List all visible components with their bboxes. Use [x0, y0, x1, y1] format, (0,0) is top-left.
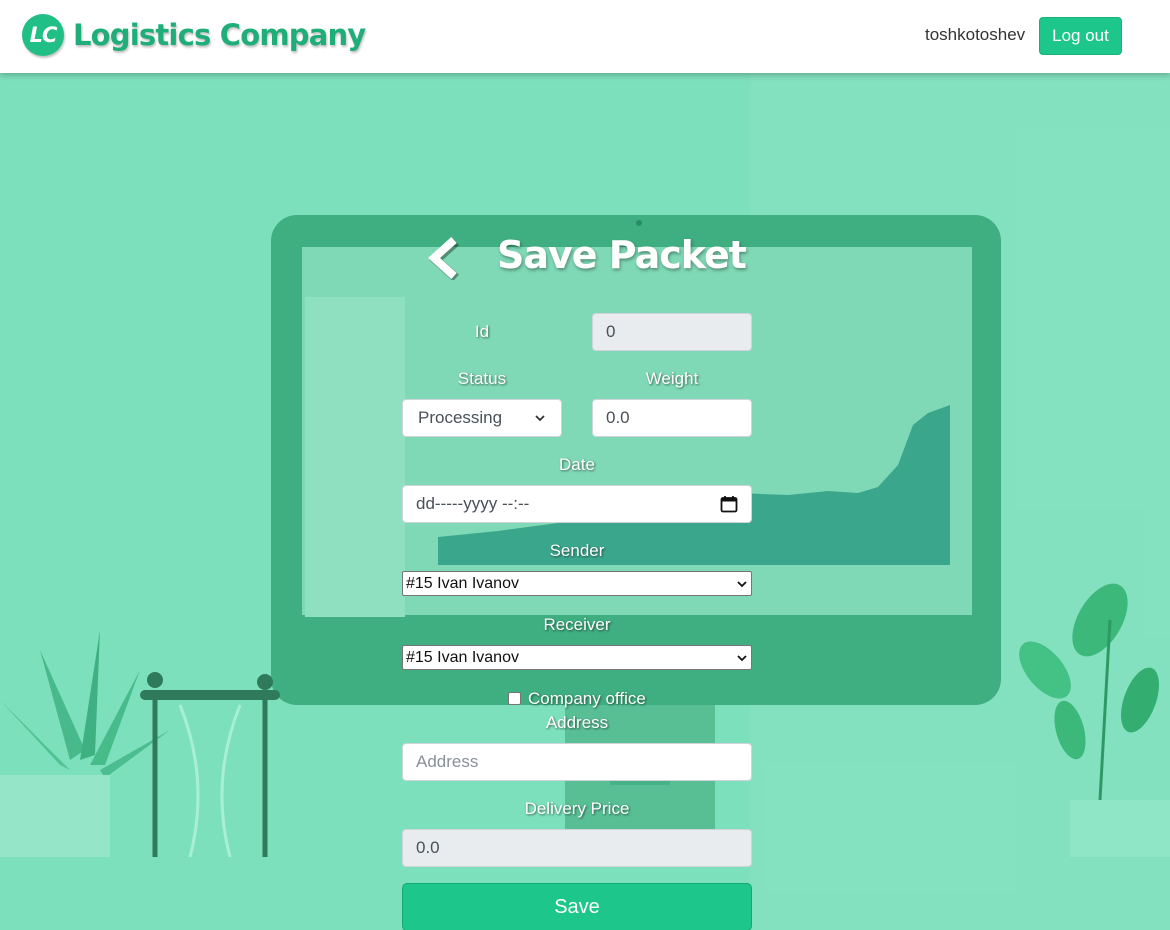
- logout-button[interactable]: Log out: [1039, 17, 1122, 55]
- save-button[interactable]: Save: [402, 883, 752, 930]
- top-navbar: LC Logistics Company toshkotoshev Log ou…: [0, 0, 1170, 73]
- logo-text: Logistics Company: [73, 18, 366, 52]
- weight-label: Weight: [645, 369, 699, 388]
- status-select[interactable]: Processing: [402, 399, 562, 437]
- monitor-screen-sidebar: [305, 297, 405, 617]
- receiver-select[interactable]: #15 Ivan Ivanov: [402, 645, 752, 670]
- delivery-price-label: Delivery Price: [524, 799, 630, 818]
- logo[interactable]: LC Logistics Company: [22, 14, 366, 56]
- plant-right-graphic: [1019, 583, 1170, 857]
- status-label: Status: [457, 369, 507, 388]
- date-field-placeholder: dd-----yyyy --:--: [416, 494, 530, 513]
- id-field[interactable]: 0: [592, 313, 752, 351]
- id-label: Id: [474, 322, 490, 341]
- sender-select-value: #15 Ivan Ivanov: [406, 574, 519, 592]
- hourglass-graphic: [140, 672, 280, 857]
- delivery-price-field[interactable]: 0.0: [402, 829, 752, 867]
- chevron-left-icon[interactable]: [424, 236, 464, 280]
- chevron-down-icon: [535, 415, 545, 422]
- calendar-icon[interactable]: [720, 495, 738, 513]
- date-field[interactable]: dd-----yyyy --:--: [402, 485, 752, 523]
- receiver-select-value: #15 Ivan Ivanov: [406, 648, 519, 666]
- receiver-label: Receiver: [543, 615, 611, 634]
- address-field[interactable]: Address: [402, 743, 752, 781]
- date-label: Date: [559, 455, 595, 474]
- address-label: Address: [545, 713, 609, 732]
- status-select-value: Processing: [418, 408, 503, 427]
- logo-badge: LC: [22, 14, 64, 56]
- company-office-label: Company office: [528, 689, 646, 708]
- company-office-checkbox[interactable]: [508, 692, 521, 705]
- page-title: Save Packet: [497, 233, 747, 277]
- username-label: toshkotoshev: [925, 25, 1026, 44]
- sender-select[interactable]: #15 Ivan Ivanov: [402, 571, 752, 596]
- monitor-camera: [636, 220, 642, 226]
- weight-field[interactable]: 0.0: [592, 399, 752, 437]
- sender-label: Sender: [549, 541, 605, 560]
- chevron-down-icon: [737, 580, 747, 587]
- chevron-down-icon: [737, 654, 747, 661]
